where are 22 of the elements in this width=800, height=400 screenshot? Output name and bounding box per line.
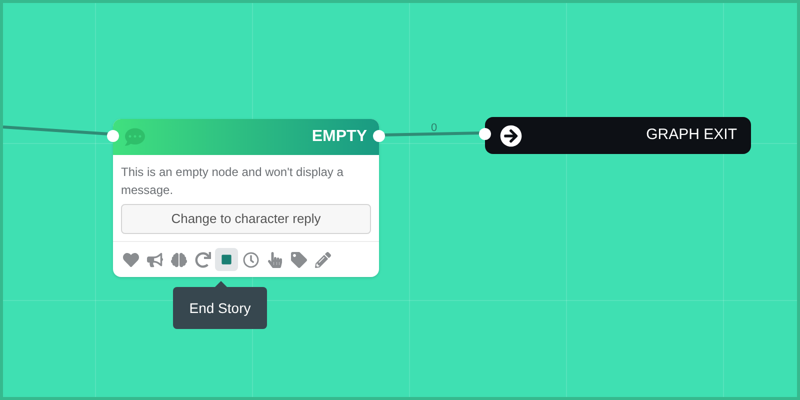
exit-node-title: GRAPH EXIT <box>646 125 737 146</box>
tooltip-arrow <box>215 281 227 287</box>
node-message: This is an empty node and won't display a message. <box>120 164 344 199</box>
square-icon <box>221 254 232 265</box>
arrow-right-icon <box>500 124 522 146</box>
heart-icon <box>122 252 138 268</box>
speech-bubble-icon <box>125 127 145 147</box>
exit-node[interactable]: GRAPH EXIT <box>485 117 751 154</box>
brain-icon <box>170 252 186 268</box>
change-reply-button[interactable]: Change to character reply <box>121 204 371 234</box>
rotate-icon <box>194 252 210 268</box>
toolbar-button[interactable] <box>215 248 238 271</box>
tooltip: End Story <box>173 287 267 329</box>
node-card[interactable]: EMPTY This is an empty node and won't display a message. Change to character reply <box>113 119 379 277</box>
clock-icon <box>242 252 258 268</box>
pencil-icon <box>314 252 330 268</box>
tag-icon <box>290 252 306 268</box>
connection-label: 0 <box>431 123 438 134</box>
hand-icon <box>266 252 282 268</box>
node-title: EMPTY <box>312 127 367 147</box>
connector-port[interactable] <box>479 128 491 140</box>
megaphone-icon <box>146 252 162 268</box>
